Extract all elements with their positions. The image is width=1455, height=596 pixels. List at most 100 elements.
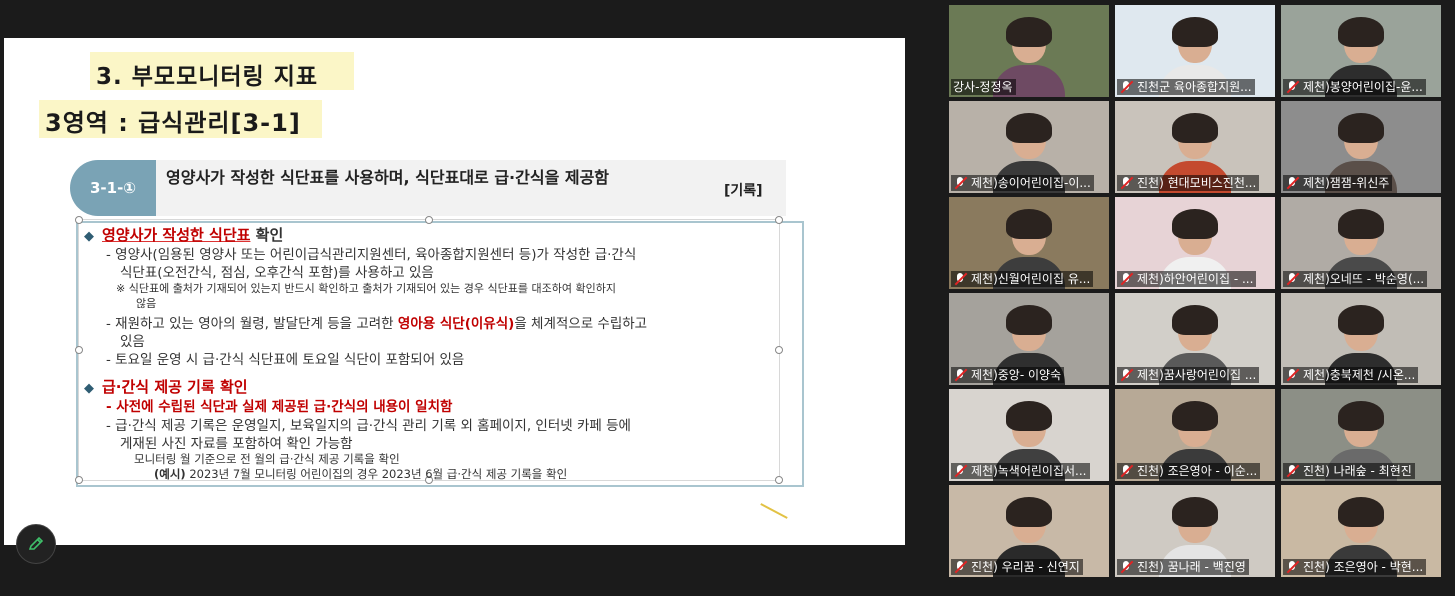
mic-off-icon [1285, 272, 1299, 286]
participant-name: 제천)중앙- 이양숙 [971, 368, 1062, 382]
participant-name: 진천) 현대모비스진천... [1137, 176, 1257, 190]
resize-handle[interactable] [75, 476, 83, 484]
content-note: ※ 식단표에 출처가 기재되어 있는지 반드시 확인하고 출처가 기재되어 있는… [116, 282, 616, 295]
participant-name-label: 진천군 육아종합지원... [1117, 79, 1255, 95]
mic-off-icon [953, 368, 967, 382]
content-line-part: - 재원하고 있는 영아의 월령, 발달단계 등을 고려한 [106, 316, 398, 332]
content-line: - 급·간식 제공 기록은 운영일지, 보육일지의 급·간식 관리 기록 외 홈… [106, 418, 631, 434]
content-line-part: 을 체계적으로 수립하고 [514, 316, 648, 332]
mic-off-icon [1119, 560, 1133, 574]
participant-tile[interactable]: 진천군 육아종합지원... [1115, 5, 1275, 97]
participant-name-label: 진천) 꿈나래 - 백진영 [1117, 559, 1249, 575]
participant-name-label: 제천)하안어린이집 - ... [1117, 271, 1257, 287]
content-note: 않음 [136, 297, 157, 310]
participant-tile[interactable]: 제천)꿈사랑어린이집 ... [1115, 293, 1275, 385]
resize-handle[interactable] [775, 346, 783, 354]
mic-off-icon [1285, 464, 1299, 478]
participant-name-label: 제천)잼잼-위신주 [1283, 175, 1393, 191]
participant-name-label: 제천)오네뜨 - 박순영(... [1283, 271, 1428, 287]
participant-name-label: 진천) 조은영아 - 박현... [1283, 559, 1427, 575]
section-heading-2: ◆ 급·간식 제공 기록 확인 [84, 376, 248, 397]
annotation-stroke [760, 503, 788, 519]
participant-name-label: 강사-정정옥 [951, 79, 1016, 95]
resize-handle[interactable] [425, 216, 433, 224]
mic-off-icon [1119, 176, 1133, 190]
participant-tile[interactable]: 제천)녹색어린이집서... [949, 389, 1109, 481]
participant-name-label: 제천)송이어린이집-이... [951, 175, 1094, 191]
section-heading-1-highlight: 영양사가 작성한 식단표 [102, 226, 251, 244]
participant-name: 진천) 꿈나래 - 백진영 [1137, 560, 1246, 574]
mic-off-icon [1285, 368, 1299, 382]
participant-name-label: 제천)신월어린이집 유... [951, 271, 1094, 287]
participant-tile[interactable]: 강사-정정옥 [949, 5, 1109, 97]
participant-name: 제천)하안어린이집 - ... [1137, 272, 1254, 286]
participant-tile[interactable]: 제천)오네뜨 - 박순영(... [1281, 197, 1441, 289]
participant-tile[interactable]: 제천)송이어린이집-이... [949, 101, 1109, 193]
participant-name: 강사-정정옥 [953, 80, 1013, 94]
participant-name: 제천)봉양어린이집-윤... [1303, 80, 1423, 94]
participant-name-label: 제천)꿈사랑어린이집 ... [1117, 367, 1260, 383]
resize-handle[interactable] [75, 216, 83, 224]
participant-tile[interactable]: 진천) 조은영아 - 이순... [1115, 389, 1275, 481]
participant-tile[interactable]: 진천) 조은영아 - 박현... [1281, 485, 1441, 577]
example-label: (예시) [154, 467, 186, 481]
mic-off-icon [953, 560, 967, 574]
diamond-bullet-icon: ◆ [84, 229, 94, 244]
slide-title: 3. 부모모니터링 지표 [96, 64, 319, 90]
participant-tile[interactable]: 제천)신월어린이집 유... [949, 197, 1109, 289]
participant-tile[interactable]: 제천)봉양어린이집-윤... [1281, 5, 1441, 97]
participant-name-label: 진천) 나래숲 - 최현진 [1283, 463, 1415, 479]
participant-tile[interactable]: 진천) 꿈나래 - 백진영 [1115, 485, 1275, 577]
mic-off-icon [1119, 80, 1133, 94]
mic-off-icon [1285, 560, 1299, 574]
participant-tile[interactable]: 진천) 우리꿈 - 신연지 [949, 485, 1109, 577]
participant-tile[interactable]: 진천) 현대모비스진천... [1115, 101, 1275, 193]
shared-slide: 3. 부모모니터링 지표 3영역 : 급식관리[3-1] 3-1-① 영양사가 … [4, 38, 905, 545]
participant-name: 제천)꿈사랑어린이집 ... [1137, 368, 1257, 382]
mic-off-icon [1119, 464, 1133, 478]
participant-tile[interactable]: 제천)중앙- 이양숙 [949, 293, 1109, 385]
annotate-button[interactable] [16, 524, 56, 564]
participant-name-label: 진천) 현대모비스진천... [1117, 175, 1260, 191]
content-line: - 사전에 수립된 식단과 실제 제공된 급·간식의 내용이 일치함 [106, 399, 453, 415]
participant-name-label: 제천)중앙- 이양숙 [951, 367, 1065, 383]
indicator-code: 3-1-① [70, 160, 156, 216]
participant-name-label: 제천)녹색어린이집서... [951, 463, 1090, 479]
diamond-bullet-icon: ◆ [84, 381, 94, 396]
mic-off-icon [1285, 176, 1299, 190]
participant-name-label: 진천) 우리꿈 - 신연지 [951, 559, 1083, 575]
mic-off-icon [1119, 272, 1133, 286]
mic-off-icon [953, 464, 967, 478]
participant-name: 제천)충북제천 /시온... [1303, 368, 1416, 382]
content-line-highlight: 영아용 식단(이유식) [397, 316, 515, 332]
indicator-tag: [기록] [724, 183, 763, 199]
participant-tile[interactable]: 진천) 나래숲 - 최현진 [1281, 389, 1441, 481]
participant-name: 진천) 조은영아 - 이순... [1137, 464, 1258, 478]
content-line: 게재된 사진 자료를 포함하여 확인 가능함 [120, 436, 353, 452]
participant-name: 제천)송이어린이집-이... [971, 176, 1091, 190]
example-text: 2023년 7월 모니터링 어린이집의 경우 2023년 6월 급·간식 제공 … [185, 467, 568, 481]
participant-tile[interactable]: 제천)하안어린이집 - ... [1115, 197, 1275, 289]
content-line: - 영양사(임용된 영양사 또는 어린이급식관리지원센터, 육아종합지원센터 등… [106, 247, 637, 263]
slide-subtitle: 3영역 : 급식관리[3-1] [45, 109, 301, 137]
content-line: 식단표(오전간식, 점심, 오후간식 포함)를 사용하고 있음 [120, 265, 434, 281]
section-heading-1-rest: 확인 [250, 226, 284, 244]
participant-name-label: 제천)충북제천 /시온... [1283, 367, 1419, 383]
resize-handle[interactable] [75, 346, 83, 354]
content-line: - 재원하고 있는 영아의 월령, 발달단계 등을 고려한 영아용 식단(이유식… [106, 312, 647, 332]
mic-off-icon [1285, 80, 1299, 94]
participant-name: 진천군 육아종합지원... [1137, 80, 1252, 94]
participant-name-label: 진천) 조은영아 - 이순... [1117, 463, 1261, 479]
resize-handle[interactable] [775, 476, 783, 484]
participant-name: 제천)잼잼-위신주 [1303, 176, 1390, 190]
mic-off-icon [1119, 368, 1133, 382]
participant-name: 진천) 조은영아 - 박현... [1303, 560, 1424, 574]
participant-name-label: 제천)봉양어린이집-윤... [1283, 79, 1426, 95]
section-heading-1: ◆ 영양사가 작성한 식단표 확인 [84, 224, 283, 245]
mic-off-icon [953, 176, 967, 190]
participant-tile[interactable]: 제천)잼잼-위신주 [1281, 101, 1441, 193]
content-line: - 토요일 운영 시 급·간식 식단표에 토요일 식단이 포함되어 있음 [106, 352, 465, 368]
participant-tile[interactable]: 제천)충북제천 /시온... [1281, 293, 1441, 385]
participant-name: 제천)신월어린이집 유... [971, 272, 1091, 286]
resize-handle[interactable] [775, 216, 783, 224]
